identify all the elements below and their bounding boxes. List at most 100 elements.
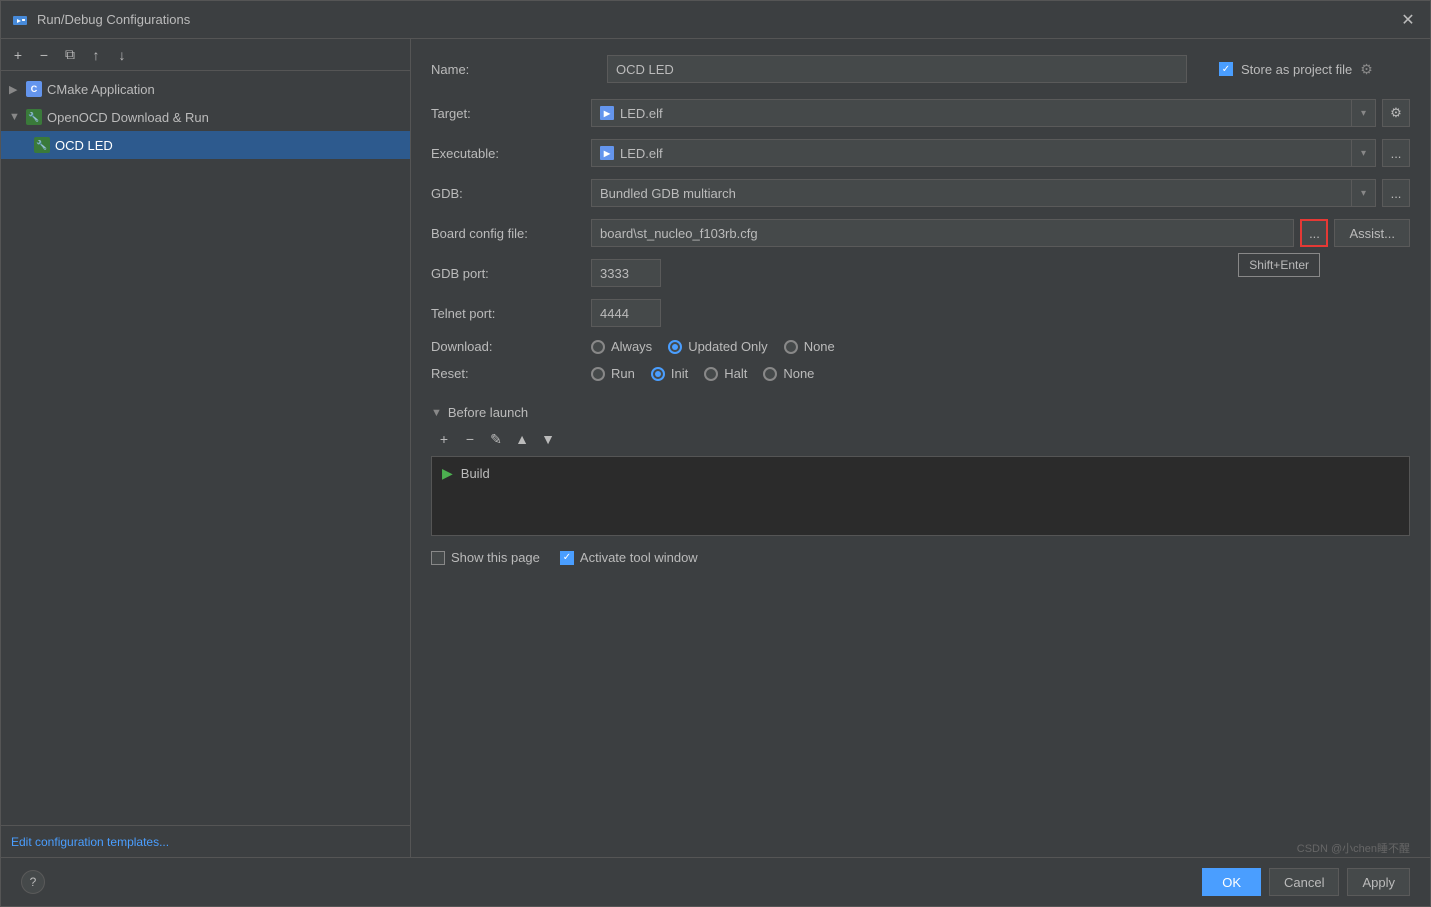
reset-init-radio[interactable] bbox=[651, 367, 665, 381]
cmake-icon: C bbox=[25, 80, 43, 98]
gdb-dropdown[interactable]: Bundled GDB multiarch ▾ bbox=[591, 179, 1376, 207]
reset-halt-label: Halt bbox=[724, 366, 747, 381]
ok-button[interactable]: OK bbox=[1202, 868, 1261, 896]
target-dropdown[interactable]: ▶ LED.elf ▾ bbox=[591, 99, 1376, 127]
activate-tool-window-checkbox[interactable] bbox=[560, 551, 574, 565]
reset-none-option[interactable]: None bbox=[763, 366, 814, 381]
name-row: Name: Store as project file ⚙ bbox=[431, 55, 1410, 83]
tree-item-openocd[interactable]: ▼ 🔧 OpenOCD Download & Run bbox=[1, 103, 410, 131]
move-up-button[interactable]: ↑ bbox=[85, 44, 107, 66]
target-elf-icon: ▶ bbox=[600, 106, 614, 120]
build-list-item[interactable]: ▶ Build bbox=[436, 461, 1405, 486]
board-config-input[interactable] bbox=[591, 219, 1294, 247]
add-config-button[interactable]: + bbox=[7, 44, 29, 66]
target-row: Target: ▶ LED.elf ▾ ⚙ bbox=[431, 99, 1410, 127]
remove-config-button[interactable]: − bbox=[33, 44, 55, 66]
before-launch-up-button[interactable]: ▲ bbox=[511, 428, 533, 450]
left-panel: + − ⧉ ↑ ↓ ▶ C CMake Application ▼ bbox=[1, 39, 411, 857]
reset-init-label: Init bbox=[671, 366, 688, 381]
activate-tool-window-label: Activate tool window bbox=[580, 550, 698, 565]
left-toolbar: + − ⧉ ↑ ↓ bbox=[1, 39, 410, 71]
move-down-button[interactable]: ↓ bbox=[111, 44, 133, 66]
show-page-checkbox[interactable] bbox=[431, 551, 445, 565]
run-debug-dialog: Run/Debug Configurations ✕ + − ⧉ ↑ ↓ ▶ C… bbox=[0, 0, 1431, 907]
apply-button[interactable]: Apply bbox=[1347, 868, 1410, 896]
download-updated-option[interactable]: Updated Only bbox=[668, 339, 768, 354]
tree-item-cmake[interactable]: ▶ C CMake Application bbox=[1, 75, 410, 103]
reset-radio-group: Run Init Halt None bbox=[591, 366, 814, 381]
before-launch-list: ▶ Build bbox=[431, 456, 1410, 536]
ocd-led-item-label: OCD LED bbox=[55, 138, 113, 153]
help-button[interactable]: ? bbox=[21, 870, 45, 894]
download-none-label: None bbox=[804, 339, 835, 354]
executable-value-text: LED.elf bbox=[620, 146, 663, 161]
before-launch-edit-button[interactable]: ✎ bbox=[485, 428, 507, 450]
executable-value: ▶ LED.elf bbox=[592, 146, 1351, 161]
gdb-dropdown-arrow[interactable]: ▾ bbox=[1351, 180, 1375, 206]
before-launch-down-button[interactable]: ▼ bbox=[537, 428, 559, 450]
shift-enter-tooltip: Shift+Enter bbox=[1238, 253, 1320, 277]
target-value: ▶ LED.elf bbox=[592, 106, 1351, 121]
title-bar: Run/Debug Configurations ✕ bbox=[1, 1, 1430, 39]
copy-config-button[interactable]: ⧉ bbox=[59, 44, 81, 66]
watermark: CSDN @小chen睡不醒 bbox=[1297, 840, 1410, 856]
reset-control-wrap: Run Init Halt None bbox=[591, 366, 1410, 381]
target-label: Target: bbox=[431, 106, 591, 121]
download-updated-label: Updated Only bbox=[688, 339, 768, 354]
reset-run-radio[interactable] bbox=[591, 367, 605, 381]
openocd-icon: 🔧 bbox=[25, 108, 43, 126]
executable-dropdown[interactable]: ▶ LED.elf ▾ bbox=[591, 139, 1376, 167]
edit-templates-link[interactable]: Edit configuration templates... bbox=[11, 835, 169, 849]
target-dropdown-arrow[interactable]: ▾ bbox=[1351, 100, 1375, 126]
before-launch-remove-button[interactable]: − bbox=[459, 428, 481, 450]
reset-halt-option[interactable]: Halt bbox=[704, 366, 747, 381]
telnet-port-input[interactable] bbox=[591, 299, 661, 327]
download-row: Download: Always Updated Only bbox=[431, 339, 1410, 354]
right-panel: Name: Store as project file ⚙ Target: ▶ … bbox=[411, 39, 1430, 857]
download-control-wrap: Always Updated Only None bbox=[591, 339, 1410, 354]
store-project-gear-icon[interactable]: ⚙ bbox=[1360, 61, 1373, 78]
cancel-button[interactable]: Cancel bbox=[1269, 868, 1339, 896]
telnet-port-control-wrap bbox=[591, 299, 1410, 327]
reset-halt-radio[interactable] bbox=[704, 367, 718, 381]
tree-item-ocd-led[interactable]: 🔧 OCD LED bbox=[1, 131, 410, 159]
executable-elf-icon: ▶ bbox=[600, 146, 614, 160]
assist-button[interactable]: Assist... bbox=[1334, 219, 1410, 247]
before-launch-add-button[interactable]: + bbox=[433, 428, 455, 450]
openocd-arrow: ▼ bbox=[9, 111, 25, 123]
download-always-label: Always bbox=[611, 339, 652, 354]
executable-control-wrap: ▶ LED.elf ▾ ... bbox=[591, 139, 1410, 167]
close-button[interactable]: ✕ bbox=[1396, 8, 1420, 32]
name-label: Name: bbox=[431, 62, 591, 77]
name-input[interactable] bbox=[607, 55, 1187, 83]
reset-label: Reset: bbox=[431, 366, 591, 381]
show-page-label: Show this page bbox=[451, 550, 540, 565]
store-project-checkbox[interactable] bbox=[1219, 62, 1233, 76]
footer-left: ? bbox=[21, 870, 45, 894]
download-always-radio[interactable] bbox=[591, 340, 605, 354]
gdb-control-wrap: Bundled GDB multiarch ▾ ... bbox=[591, 179, 1410, 207]
executable-dropdown-arrow[interactable]: ▾ bbox=[1351, 140, 1375, 166]
reset-run-option[interactable]: Run bbox=[591, 366, 635, 381]
config-tree: ▶ C CMake Application ▼ 🔧 OpenOCD Downlo… bbox=[1, 71, 410, 825]
target-gear-button[interactable]: ⚙ bbox=[1382, 99, 1410, 127]
download-label: Download: bbox=[431, 339, 591, 354]
board-config-ellipsis-button[interactable]: ... bbox=[1300, 219, 1328, 247]
download-updated-radio[interactable] bbox=[668, 340, 682, 354]
download-none-option[interactable]: None bbox=[784, 339, 835, 354]
gdb-value-text: Bundled GDB multiarch bbox=[600, 186, 736, 201]
reset-none-radio[interactable] bbox=[763, 367, 777, 381]
before-launch-toolbar: + − ✎ ▲ ▼ bbox=[431, 428, 1410, 450]
executable-ellipsis-button[interactable]: ... bbox=[1382, 139, 1410, 167]
download-always-option[interactable]: Always bbox=[591, 339, 652, 354]
gdb-ellipsis-button[interactable]: ... bbox=[1382, 179, 1410, 207]
download-none-radio[interactable] bbox=[784, 340, 798, 354]
dialog-footer: ? OK Cancel Apply bbox=[1, 857, 1430, 906]
before-launch-section-header[interactable]: ▼ Before launch bbox=[431, 405, 1410, 420]
gdb-row: GDB: Bundled GDB multiarch ▾ ... bbox=[431, 179, 1410, 207]
gdb-value: Bundled GDB multiarch bbox=[592, 186, 1351, 201]
reset-init-option[interactable]: Init bbox=[651, 366, 688, 381]
gdb-port-input[interactable] bbox=[591, 259, 661, 287]
show-page-wrap: Show this page bbox=[431, 550, 540, 565]
download-radio-group: Always Updated Only None bbox=[591, 339, 835, 354]
